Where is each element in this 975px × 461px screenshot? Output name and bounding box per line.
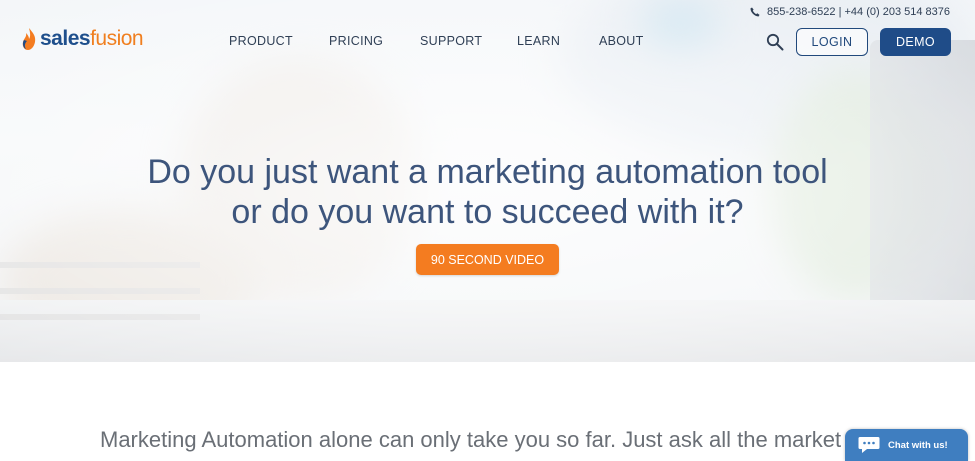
nav-about[interactable]: ABOUT [599,34,644,48]
phone-numbers: 855-238-6522 | +44 (0) 203 514 8376 [750,6,950,18]
logo-wordmark-part1: sales [40,27,91,50]
demo-button[interactable]: DEMO [880,28,951,56]
login-button[interactable]: LOGIN [796,28,868,56]
phone-text[interactable]: 855-238-6522 | +44 (0) 203 514 8376 [767,6,950,18]
logo-wordmark: salesfusion [40,27,144,51]
salesfusion-logo[interactable]: salesfusion [20,26,144,52]
flame-logo-icon [22,28,36,50]
hero-headline: Do you just want a marketing automation … [0,152,975,232]
chat-widget-button[interactable]: Chat with us! [845,429,968,461]
chat-label: Chat with us! [888,439,948,451]
nav-product[interactable]: PRODUCT [229,34,293,48]
logo-wordmark-part2: fusion [90,27,144,50]
nav-pricing[interactable]: PRICING [329,34,383,48]
phone-icon [750,7,760,17]
nav-learn[interactable]: LEARN [517,34,560,48]
search-icon[interactable] [766,33,784,51]
video-cta-button[interactable]: 90 SECOND VIDEO [416,244,559,275]
hero-headline-line1: Do you just want a marketing automation … [147,153,828,191]
chat-bubble-icon [858,437,880,453]
intro-text: Marketing Automation alone can only take… [100,427,842,452]
nav-support[interactable]: SUPPORT [420,34,482,48]
hero-headline-line2: or do you want to succeed with it? [231,193,744,231]
